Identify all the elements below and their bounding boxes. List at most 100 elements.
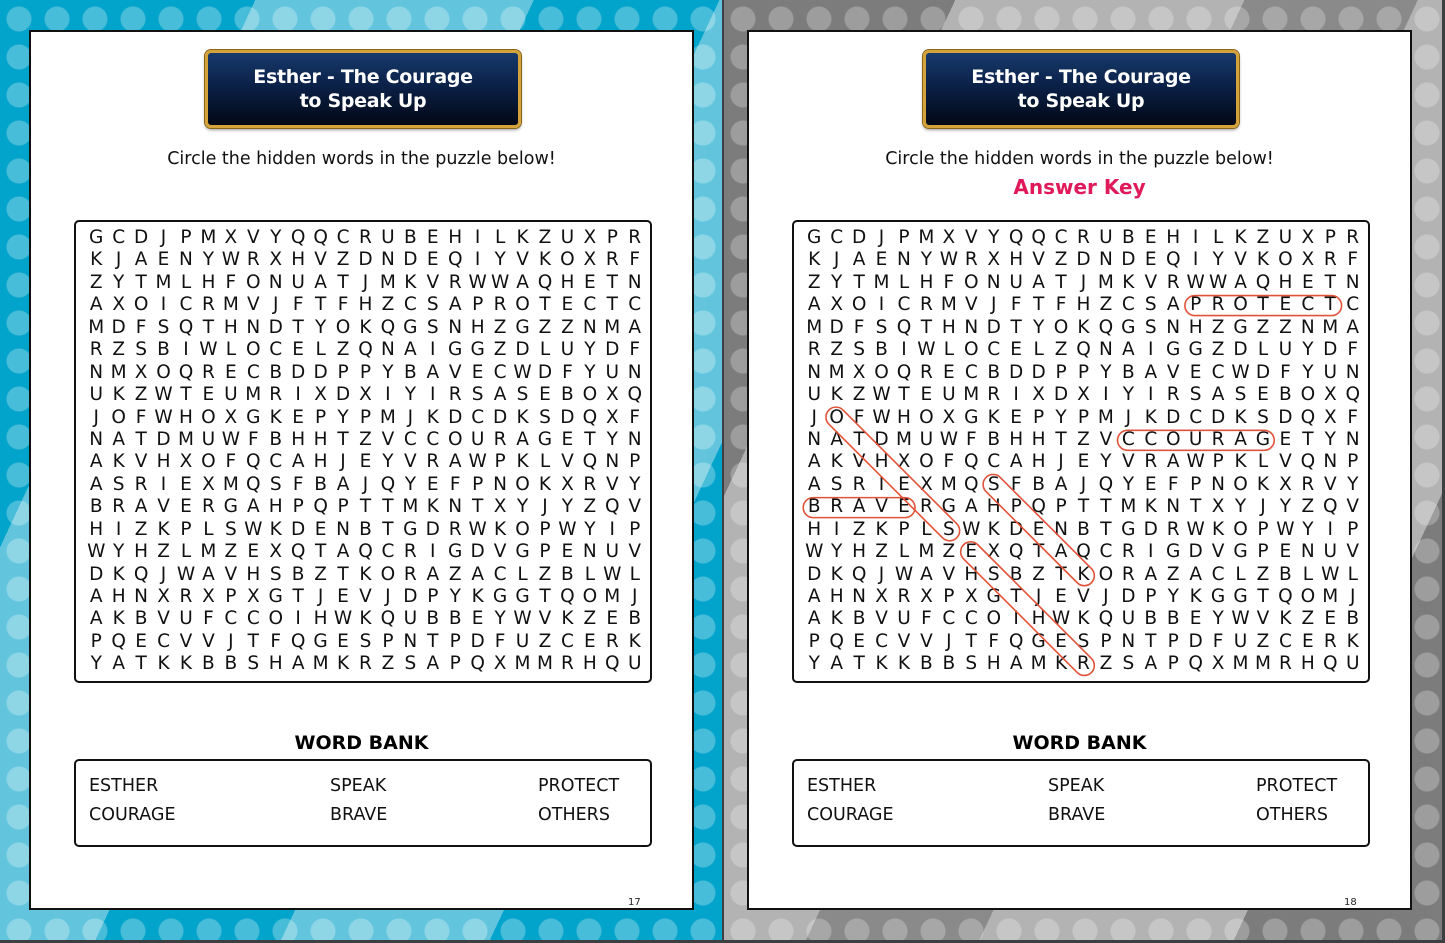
grid-letter: X: [359, 384, 372, 406]
grid-letter: K: [897, 653, 911, 675]
grid-letter: B: [852, 608, 866, 630]
grid-letter: D: [1143, 518, 1158, 540]
grid-letter: K: [1144, 406, 1157, 428]
grid-letter: A: [112, 428, 125, 450]
word-bank-title: WORD BANK: [1012, 732, 1147, 754]
grid-letter: R: [1077, 653, 1090, 675]
grid-letter: D: [492, 406, 508, 428]
grid-letter: N: [1300, 541, 1315, 563]
grid-letter: F: [1347, 339, 1359, 361]
grid-letter: Z: [1301, 608, 1315, 630]
grid-letter: P: [1257, 518, 1269, 540]
grid-letter: Z: [852, 518, 866, 540]
grid-letter: Y: [1324, 428, 1336, 450]
grid-letter: K: [628, 630, 641, 652]
grid-letter: O: [829, 406, 844, 428]
grid-letter: Q: [829, 630, 844, 652]
grid-letter: E: [426, 227, 439, 248]
grid-letter: X: [942, 406, 956, 428]
grid-letter: Q: [1345, 384, 1360, 406]
grid-letter: V: [426, 271, 440, 293]
right-page-spread: Esther - The Courage to Speak Up Circle …: [724, 0, 1442, 940]
grid-letter: Q: [605, 496, 620, 518]
grid-letter: B: [269, 361, 283, 383]
grid-letter: J: [946, 630, 952, 652]
grid-letter: H: [313, 428, 328, 450]
grid-letter: Y: [1302, 518, 1314, 540]
grid-letter: D: [851, 227, 867, 248]
grid-letter: N: [1345, 361, 1360, 383]
grid-letter: P: [1055, 496, 1067, 518]
grid-letter: D: [111, 316, 126, 338]
grid-letter: Z: [538, 227, 552, 248]
grid-letter: Q: [358, 339, 373, 361]
answer-key-label: Answer Key: [1013, 175, 1146, 199]
grid-letter: A: [516, 428, 529, 450]
grid-letter: K: [1144, 496, 1157, 518]
grid-letter: I: [1192, 227, 1199, 248]
grid-letter: O: [919, 451, 934, 473]
grid-letter: K: [157, 653, 170, 675]
grid-letter: B: [448, 608, 462, 630]
grid-letter: O: [1278, 249, 1293, 271]
grid-letter: L: [203, 518, 214, 540]
grid-letter: V: [605, 473, 619, 495]
grid-letter: B: [269, 428, 283, 450]
grid-letter: C: [269, 339, 283, 361]
grid-letter: O: [111, 406, 126, 428]
grid-letter: F: [1010, 294, 1022, 316]
grid-letter: F: [1280, 361, 1291, 383]
grid-letter: K: [1234, 451, 1247, 473]
grid-letter: W: [805, 541, 824, 563]
grid-letter: D: [89, 563, 104, 585]
grid-letter: A: [426, 653, 440, 675]
grid-letter: P: [180, 227, 192, 248]
grid-letter: F: [853, 406, 865, 428]
grid-letter: H: [582, 653, 597, 675]
grid-letter: K: [1212, 518, 1225, 540]
grid-letter: W: [1186, 518, 1205, 540]
grid-letter: F: [1055, 294, 1067, 316]
grid-letter: E: [965, 541, 978, 563]
grid-letter: B: [359, 518, 372, 540]
grid-letter: E: [1010, 406, 1022, 428]
grid-letter: A: [1122, 339, 1135, 361]
grid-letter: E: [180, 496, 192, 518]
grid-letter: M: [828, 361, 845, 383]
grid-letter: M: [604, 586, 621, 607]
grid-letter: K: [987, 518, 1000, 540]
grid-letter: W: [939, 428, 958, 450]
grid-letter: I: [1192, 249, 1199, 271]
grid-letter: P: [1145, 586, 1157, 607]
grid-letter: X: [1211, 653, 1225, 675]
grid-letter: T: [1010, 316, 1022, 338]
grid-letter: L: [584, 563, 595, 585]
grid-letter: J: [340, 451, 346, 473]
grid-letter: R: [1211, 294, 1225, 316]
grid-letter: U: [1323, 541, 1338, 563]
grid-letter: W: [154, 406, 173, 428]
grid-letter: R: [1121, 563, 1135, 585]
grid-letter: G: [1210, 586, 1226, 607]
grid-letter: M: [155, 271, 172, 293]
grid-letter: T: [292, 586, 304, 607]
grid-letter: E: [583, 630, 596, 652]
grid-letter: S: [1189, 384, 1202, 406]
grid-letter: N: [380, 249, 395, 271]
grid-letter: U: [1233, 630, 1248, 652]
grid-letter: V: [1279, 451, 1292, 473]
grid-letter: W: [939, 249, 958, 271]
grid-letter: G: [313, 630, 328, 652]
grid-letter: J: [1125, 406, 1132, 428]
grid-letter: Q: [964, 473, 979, 495]
grid-letter: W: [199, 339, 218, 361]
grid-letter: V: [493, 541, 507, 563]
grid-letter: K: [112, 563, 125, 585]
grid-letter: I: [295, 608, 301, 630]
grid-letter: M: [1097, 271, 1114, 293]
grid-letter: D: [1188, 630, 1203, 652]
grid-letter: B: [89, 496, 103, 518]
grid-letter: X: [314, 384, 327, 406]
grid-letter: T: [539, 294, 551, 316]
grid-letter: D: [515, 339, 530, 361]
